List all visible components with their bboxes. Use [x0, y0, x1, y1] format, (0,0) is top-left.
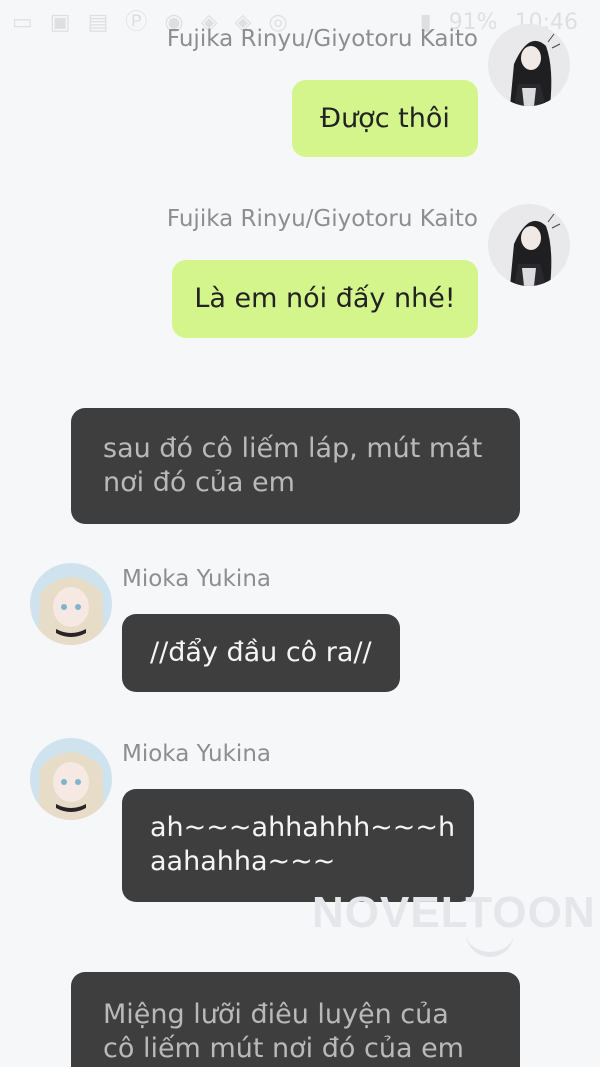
incoming-message[interactable]: ah~~~ahhahhh~~~h aahahha~~~	[122, 789, 474, 902]
narration-message[interactable]: Miệng lưỡi điêu luyện của cô liếm mút nơ…	[71, 972, 520, 1067]
pinterest-icon: Ⓟ	[125, 10, 148, 35]
message-icon: ▤	[87, 10, 109, 35]
chat-icon: ▭	[12, 10, 33, 35]
watermark-logo-icon	[466, 930, 514, 957]
sender-avatar[interactable]	[488, 204, 570, 286]
sender-avatar[interactable]	[488, 24, 570, 106]
incoming-message[interactable]: //đẩy đầu cô ra//	[122, 614, 400, 692]
outgoing-message[interactable]: Được thôi	[292, 80, 478, 157]
image-icon: ▣	[49, 10, 71, 35]
avatar-image	[30, 563, 112, 645]
avatar-image	[30, 738, 112, 820]
avatar-image	[488, 204, 570, 286]
sender-avatar[interactable]	[30, 563, 112, 645]
narration-message[interactable]: sau đó cô liếm láp, mút mát nơi đó của e…	[71, 408, 520, 524]
sender-name: Fujika Rinyu/Giyotoru Kaito	[166, 26, 478, 52]
avatar-image	[488, 24, 570, 106]
sender-name: Fujika Rinyu/Giyotoru Kaito	[166, 206, 478, 232]
sender-avatar[interactable]	[30, 738, 112, 820]
sender-name: Mioka Yukina	[122, 741, 271, 767]
sender-name: Mioka Yukina	[122, 566, 271, 592]
outgoing-message[interactable]: Là em nói đấy nhé!	[172, 260, 478, 338]
watermark: NOVELTOON	[312, 888, 596, 937]
